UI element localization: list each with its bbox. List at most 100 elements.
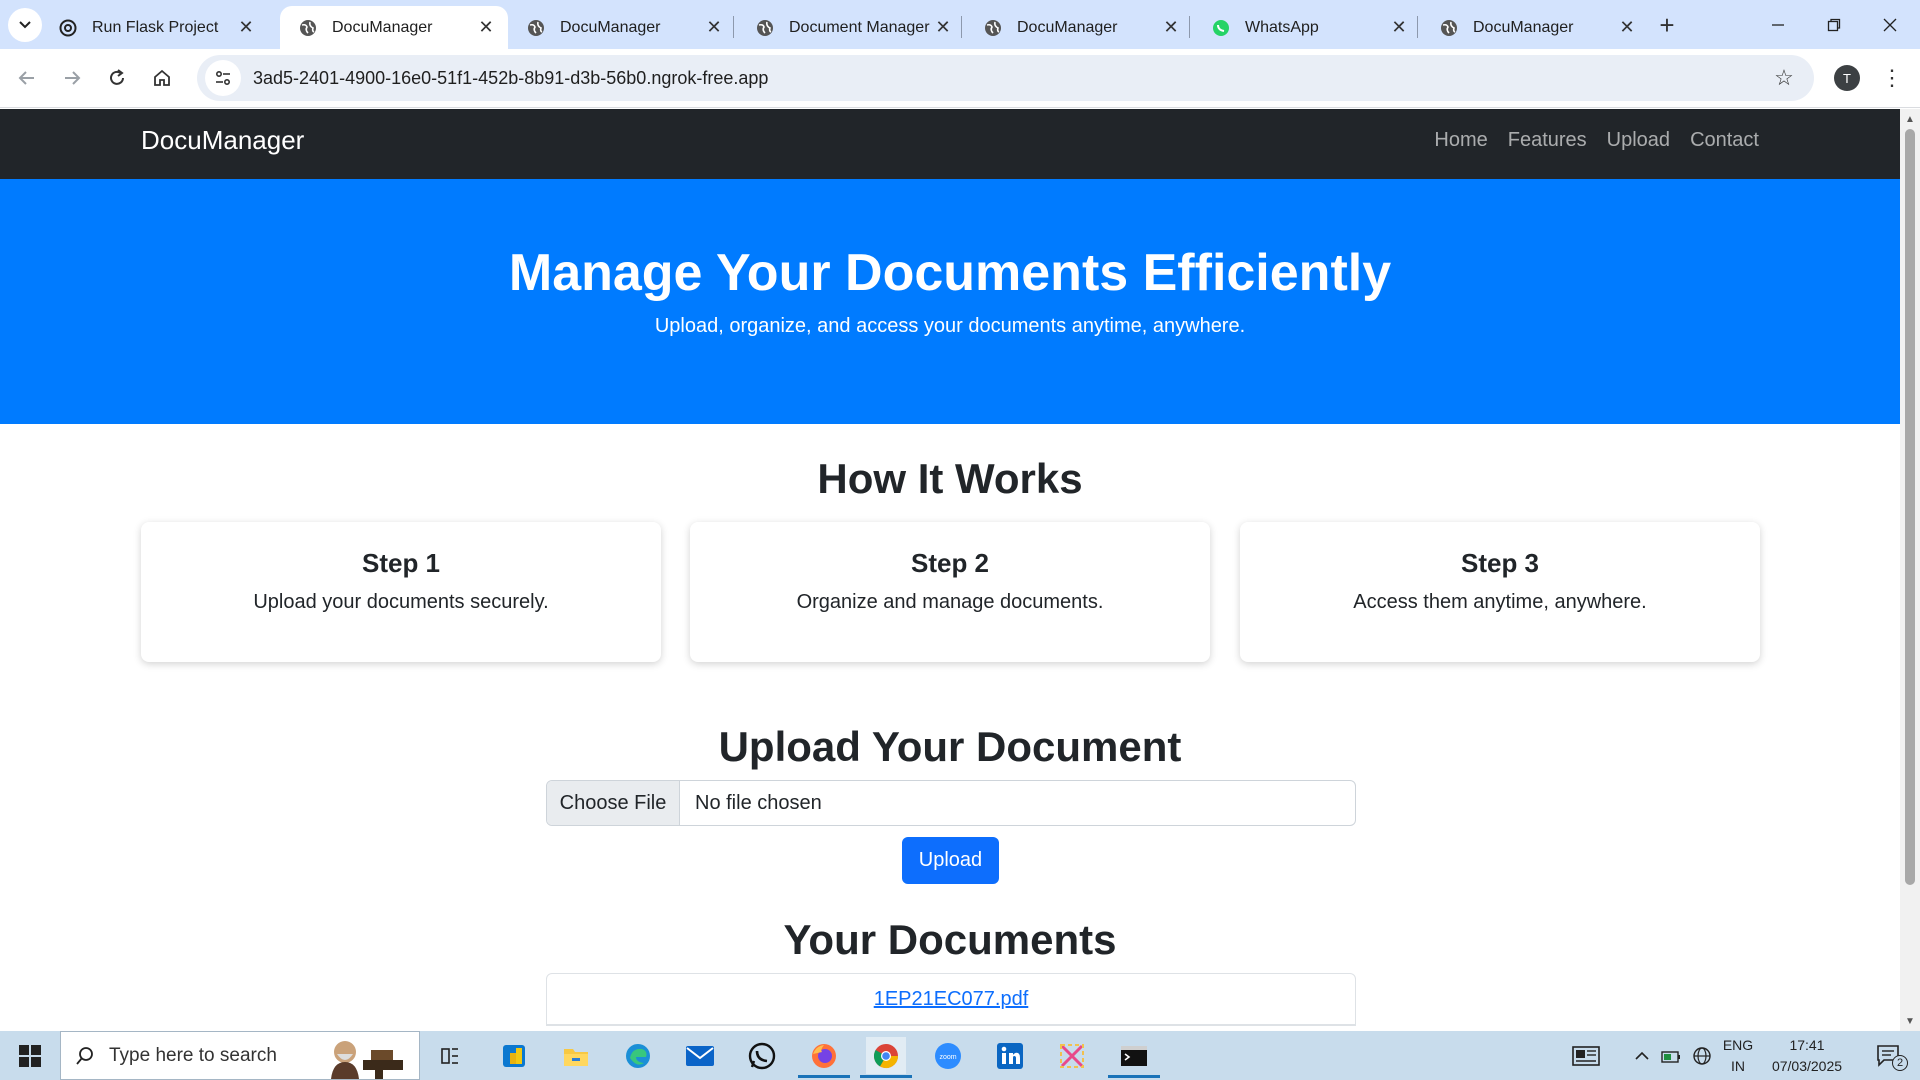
reload-button[interactable] (98, 59, 136, 97)
scroll-down-arrow-icon[interactable]: ▼ (1904, 1015, 1916, 1027)
forward-button[interactable] (53, 59, 91, 97)
bookmark-star-icon[interactable]: ☆ (1764, 58, 1804, 98)
show-hidden-icons-chevron-icon[interactable] (1630, 1031, 1654, 1080)
snipping-tool-icon[interactable] (1052, 1037, 1092, 1074)
globe-icon (1439, 18, 1459, 38)
whatsapp-icon[interactable] (742, 1037, 782, 1074)
tab-separator (733, 16, 734, 38)
new-tab-button[interactable]: + (1652, 10, 1682, 40)
step-title: Step 3 (1460, 548, 1540, 578)
site-brand[interactable]: DocuManager (141, 125, 304, 156)
zoom-icon[interactable]: zoom (928, 1037, 968, 1074)
restore-icon (1827, 18, 1841, 31)
browser-tab-2[interactable]: DocuManager ✕ (280, 6, 508, 49)
nav-link-contact[interactable]: Contact (1690, 129, 1759, 152)
whatsapp-icon (1211, 18, 1231, 38)
close-icon[interactable]: ✕ (704, 17, 724, 38)
file-status-text: No file chosen (695, 791, 822, 814)
file-explorer-icon[interactable] (556, 1037, 596, 1074)
close-icon[interactable]: ✕ (476, 17, 496, 38)
battery-icon[interactable] (1658, 1031, 1686, 1080)
globe-icon (983, 18, 1003, 38)
tab-title: Document Manager (789, 18, 930, 36)
close-icon[interactable]: ✕ (1389, 17, 1409, 38)
taskbar-search-box[interactable]: Type here to search (60, 1031, 420, 1080)
browser-tab-3[interactable]: DocuManager ✕ (508, 6, 736, 49)
nav-link-home[interactable]: Home (1434, 129, 1487, 152)
tab-title: DocuManager (332, 18, 433, 36)
svg-text:zoom: zoom (939, 1054, 956, 1061)
tab-separator (961, 16, 962, 38)
windows-taskbar: Type here to search zoom ENG IN 17:41 07… (0, 1031, 1920, 1080)
minimize-button[interactable] (1750, 0, 1806, 49)
power-bi-icon[interactable] (494, 1037, 534, 1074)
notification-center-button[interactable]: 2 (1864, 1031, 1914, 1080)
documents-section-title: Your Documents (783, 916, 1117, 963)
address-bar[interactable]: 3ad5-2401-4900-16e0-51f1-452b-8b91-d3b-5… (197, 55, 1814, 101)
step-card-3: Step 3 Access them anytime, anywhere. (1240, 522, 1760, 662)
clock-date: 07/03/2025 (1771, 1058, 1843, 1074)
close-icon[interactable]: ✕ (1161, 17, 1181, 38)
browser-tab-4[interactable]: Document Manager ✕ (737, 6, 965, 49)
tab-separator (1189, 16, 1190, 38)
home-icon (154, 69, 170, 86)
step-text: Organize and manage documents. (796, 591, 1104, 613)
upload-section-title: Upload Your Document (718, 723, 1182, 770)
system-clock[interactable]: 17:41 07/03/2025 (1762, 1035, 1852, 1077)
globe-icon (755, 18, 775, 38)
profile-avatar[interactable]: T (1834, 65, 1860, 91)
how-it-works-title: How It Works (817, 455, 1083, 502)
network-globe-icon[interactable] (1688, 1031, 1716, 1080)
language-region: IN (1731, 1058, 1745, 1074)
hero-title: Manage Your Documents Efficiently (508, 244, 1392, 302)
document-list: 1EP21EC077.pdf (546, 973, 1356, 1026)
linkedin-icon[interactable] (990, 1037, 1030, 1074)
openai-icon (58, 18, 78, 38)
url-text[interactable]: 3ad5-2401-4900-16e0-51f1-452b-8b91-d3b-5… (253, 68, 1764, 89)
restore-button[interactable] (1806, 0, 1862, 49)
search-highlight-illustration (331, 1041, 403, 1079)
arrow-right-icon (65, 71, 81, 85)
close-icon[interactable]: ✕ (933, 17, 953, 38)
firefox-icon[interactable] (798, 1037, 850, 1078)
step-text: Upload your documents securely. (253, 591, 549, 613)
chrome-icon[interactable] (860, 1037, 912, 1078)
home-button[interactable] (143, 59, 181, 97)
more-menu-icon[interactable]: ⋮ (1880, 63, 1904, 93)
close-window-button[interactable] (1862, 0, 1918, 49)
choose-file-button[interactable]: Choose File (547, 781, 680, 825)
tab-title: DocuManager (560, 18, 661, 36)
upload-button[interactable]: Upload (902, 837, 999, 884)
language-indicator[interactable]: ENG IN (1718, 1035, 1758, 1077)
browser-tab-7[interactable]: DocuManager ✕ (1421, 6, 1649, 49)
mail-icon[interactable] (680, 1037, 720, 1074)
globe-icon (298, 18, 318, 38)
start-button[interactable] (0, 1031, 60, 1080)
tab-search-button[interactable] (8, 8, 42, 42)
page-scrollbar[interactable]: ▲ ▼ (1900, 109, 1920, 1031)
nav-link-features[interactable]: Features (1508, 129, 1587, 152)
close-icon[interactable]: ✕ (1617, 17, 1637, 38)
browser-tab-1[interactable]: Run Flask Project ✕ (40, 6, 268, 49)
task-view-icon[interactable] (430, 1037, 470, 1074)
site-info-icon[interactable] (205, 60, 241, 96)
back-button[interactable] (8, 59, 46, 97)
document-link[interactable]: 1EP21EC077.pdf (874, 988, 1029, 1011)
news-widget-icon[interactable] (1566, 1031, 1606, 1080)
scroll-up-arrow-icon[interactable]: ▲ (1904, 113, 1916, 125)
nav-link-upload[interactable]: Upload (1607, 129, 1670, 152)
search-placeholder: Type here to search (109, 1044, 277, 1066)
file-input[interactable]: Choose File No file chosen (546, 780, 1356, 826)
browser-tabstrip: Run Flask Project ✕ DocuManager ✕ DocuMa… (0, 0, 1920, 49)
tab-title: DocuManager (1017, 18, 1118, 36)
step-card-2: Step 2 Organize and manage documents. (690, 522, 1210, 662)
language-code: ENG (1722, 1037, 1754, 1053)
edge-browser-icon[interactable] (618, 1037, 658, 1074)
browser-tab-5[interactable]: DocuManager ✕ (965, 6, 1193, 49)
scrollbar-thumb[interactable] (1905, 129, 1915, 885)
close-icon (1883, 18, 1897, 31)
close-icon[interactable]: ✕ (236, 17, 256, 38)
step-title: Step 2 (910, 548, 990, 578)
terminal-icon[interactable] (1108, 1037, 1160, 1078)
browser-tab-6[interactable]: WhatsApp ✕ (1193, 6, 1421, 49)
